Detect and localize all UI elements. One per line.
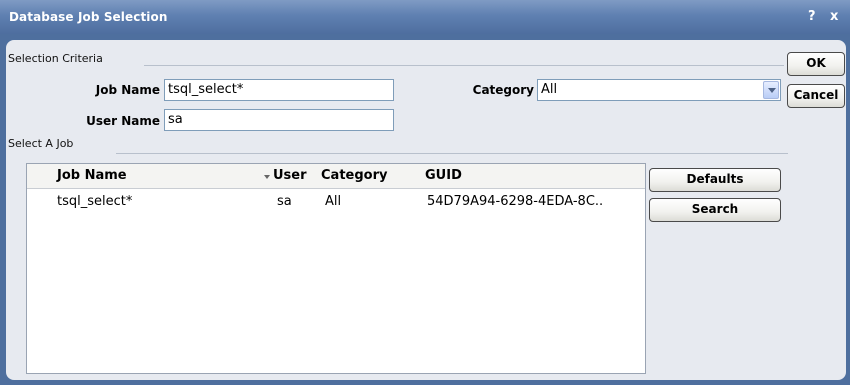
selection-criteria-divider <box>144 65 784 66</box>
column-header-job-name[interactable]: Job Name <box>57 168 127 183</box>
search-button[interactable]: Search <box>649 198 781 222</box>
job-name-label: Job Name <box>95 83 160 97</box>
cell-job-name: tsql_select* <box>57 194 133 209</box>
title-bar[interactable]: Database Job Selection ? x <box>0 0 850 34</box>
select-job-label: Select A Job <box>8 137 74 150</box>
category-select[interactable]: All <box>537 79 781 101</box>
cancel-button[interactable]: Cancel <box>787 84 845 108</box>
job-name-input[interactable]: tsql_select* <box>164 79 394 101</box>
job-table[interactable]: Job Name User Category GUID tsql_select*… <box>26 163 646 374</box>
user-name-label: User Name <box>86 114 160 128</box>
chevron-down-icon[interactable] <box>763 81 779 99</box>
column-header-category[interactable]: Category <box>321 168 387 183</box>
ok-button[interactable]: OK <box>787 52 845 76</box>
help-icon[interactable]: ? <box>808 9 816 24</box>
category-label: Category <box>472 83 534 97</box>
user-name-input[interactable]: sa <box>164 109 394 131</box>
column-header-guid[interactable]: GUID <box>425 168 462 183</box>
window-title: Database Job Selection <box>9 10 168 24</box>
close-icon[interactable]: x <box>830 9 838 24</box>
cell-user: sa <box>277 194 292 209</box>
category-select-value: All <box>541 82 558 97</box>
dialog-window: Database Job Selection ? x Selection Cri… <box>0 0 850 385</box>
dialog-body: Selection Criteria Job Name tsql_select*… <box>6 40 846 380</box>
cell-guid: 54D79A94-6298-4EDA-8C.. <box>427 194 604 209</box>
table-header: Job Name User Category GUID <box>27 164 645 189</box>
selection-criteria-label: Selection Criteria <box>8 52 103 65</box>
select-job-divider <box>116 153 788 154</box>
cell-category: All <box>325 194 342 209</box>
column-header-user[interactable]: User <box>273 168 307 183</box>
defaults-button[interactable]: Defaults <box>649 168 781 192</box>
sort-desc-icon <box>264 175 270 179</box>
